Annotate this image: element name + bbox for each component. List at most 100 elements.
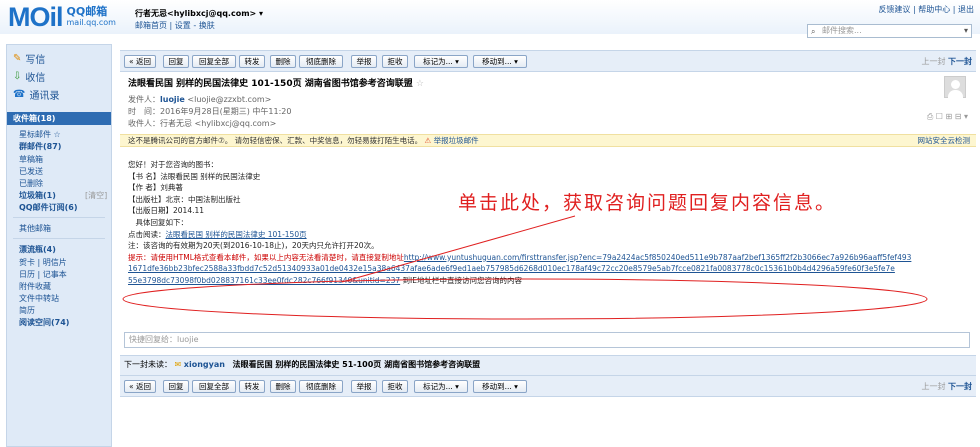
read-link[interactable]: 法眼看民国 别样的民国法律史 101-150页 [166, 230, 307, 239]
sidebar-item-cards[interactable]: 贺卡 | 明信片 [19, 257, 67, 268]
receive-button[interactable]: ⇩ 收信 [13, 69, 45, 84]
tip-prefix: 提示：请使用HTML格式查看本邮件，如果以上内容无法看清楚时，请直接复制地址 [128, 252, 404, 262]
permanent-delete-button[interactable]: 彻底删除 [299, 55, 343, 68]
next-mail-link[interactable]: 下一封 [948, 382, 972, 391]
mail-action-icons[interactable]: ⎙ ☐ ⊞ ⊟ ▾ [927, 112, 968, 122]
permanent-delete-button[interactable]: 彻底删除 [299, 380, 343, 393]
mail-toolbar-bottom: « 返回 回复 回复全部 转发 删除 彻底删除 举报 拒收 标记为... ▾ 移… [120, 375, 976, 397]
logo-sub2: mail.qq.com [66, 18, 116, 27]
sidebar-item-resume[interactable]: 简历 [19, 305, 35, 316]
block-button[interactable]: 拒收 [382, 55, 408, 68]
sidebar-item-attachments[interactable]: 附件收藏 [19, 281, 51, 292]
annotation-text: 单击此处，获取咨询问题回复内容信息。 [458, 192, 837, 214]
mark-as-dropdown[interactable]: 标记为... ▾ [414, 380, 468, 393]
search-icon: ⌕ [811, 27, 816, 36]
sender-line: 发件人：luojie <luojie@zzxbt.com> [128, 94, 271, 105]
contacts-label: 通讯录 [29, 91, 60, 102]
search-input[interactable]: ⌕ 邮件搜索... ▾ [807, 24, 972, 38]
clear-spam-link[interactable]: [清空] [85, 190, 107, 201]
sender-address: <luojie@zzxbt.com> [187, 95, 272, 104]
star-icon[interactable]: ☆ [416, 79, 424, 89]
compose-button[interactable]: ✎ 写信 [13, 51, 45, 66]
tip-suffix: 到IE地址栏中直接访问您咨询的内容 [400, 275, 522, 285]
next-mail-link[interactable]: 下一封 [948, 57, 972, 66]
sidebar-item-deleted[interactable]: 已删除 [19, 178, 43, 189]
sidebar-item-subscriptions[interactable]: QQ邮件订阅(6) [19, 202, 77, 213]
reply-button[interactable]: 回复 [163, 380, 189, 393]
sender-name[interactable]: luojie [160, 95, 185, 104]
block-button[interactable]: 拒收 [382, 380, 408, 393]
qq-mail-logo[interactable]: MOil QQ邮箱 mail.qq.com [8, 3, 116, 31]
move-to-dropdown[interactable]: 移动到... ▾ [473, 380, 527, 393]
prev-mail-link[interactable]: 上一封 [921, 57, 945, 66]
forward-button[interactable]: 转发 [239, 55, 265, 68]
subject-text: 法眼看民国 别样的民国法律史 101-150页 湖南省图书馆参考咨询联盟 [128, 79, 413, 89]
back-button[interactable]: « 返回 [124, 55, 156, 68]
security-check-link[interactable]: 网站安全云检测 [918, 135, 971, 146]
envelope-icon: ✉ [174, 360, 182, 369]
report-button[interactable]: 举报 [351, 55, 377, 68]
url-link-part3[interactable]: 55e3798dc73098f0bd028837161c33ee0fdc282c… [128, 276, 400, 285]
url-link-part2[interactable]: 1671dfe36bb23bfec2588a33fbdd7c52d5134093… [128, 264, 895, 273]
prev-mail-link[interactable]: 上一封 [921, 382, 945, 391]
report-spam-link[interactable]: 举报垃圾邮件 [434, 136, 479, 145]
report-icon: ⚠ [424, 136, 432, 145]
mail-subject: 法眼看民国 别样的民国法律史 101-150页 湖南省图书馆参考咨询联盟 ☆ [128, 76, 424, 89]
recipient-line: 收件人：行者无忌 <hylibxcj@qq.com> [128, 119, 277, 128]
forward-button[interactable]: 转发 [239, 380, 265, 393]
receive-icon: ⇩ [13, 71, 22, 82]
next-unread-label: 下一封未读： [124, 360, 172, 369]
url-link-part1[interactable]: http://www.yuntushuguan.com/firsttransfe… [404, 253, 912, 262]
security-warning-bar: 这不是腾讯公司的官方邮件⑦。 请勿轻信密保、汇款、中奖信息，勿轻易拨打陌生电话。… [120, 134, 976, 147]
pencil-icon: ✎ [13, 53, 22, 64]
quick-reply-input[interactable]: 快捷回复给：luojie [124, 332, 970, 348]
sidebar-item-reading-space[interactable]: 阅读空间(74) [19, 317, 69, 328]
mail-toolbar-top: « 返回 回复 回复全部 转发 删除 彻底删除 举报 拒收 标记为... ▾ 移… [120, 50, 976, 72]
read-prefix: 点击阅读： [128, 229, 166, 239]
report-button[interactable]: 举报 [351, 380, 377, 393]
reply-all-button[interactable]: 回复全部 [192, 55, 236, 68]
from-label: 发件人： [128, 95, 160, 104]
compose-label: 写信 [25, 55, 46, 66]
sidebar-item-file-transfer[interactable]: 文件中转站 [19, 293, 59, 304]
user-links[interactable]: 邮箱首页 | 设置 - 换肤 [135, 20, 263, 32]
user-account[interactable]: 行者无忌<hylibxcj@qq.com> ▾ [135, 8, 263, 20]
body-validity-note: 注：该咨询的有效期为20天(到2016-10-18止)，20天内只允许打开20次… [128, 241, 379, 251]
sidebar-item-calendar[interactable]: 日历 | 记事本 [19, 269, 67, 280]
next-unread-subject: 法眼看民国 别样的民国法律史 51-100页 湖南省图书馆参考咨询联盟 [232, 360, 481, 369]
sender-avatar [944, 76, 966, 98]
contacts-icon: ☎ [13, 89, 26, 100]
contacts-button[interactable]: ☎ 通讯录 [13, 87, 59, 102]
sidebar-divider [13, 217, 105, 218]
search-placeholder: 邮件搜索... [822, 26, 862, 35]
logo-text: MOil [8, 2, 63, 32]
sidebar: ✎ 写信 ⇩ 收信 ☎ 通讯录 收件箱(18) 星标邮件 ☆ 群邮件(87) 草… [6, 44, 112, 447]
body-greeting: 您好！对于您咨询的图书： [128, 160, 218, 169]
sidebar-divider [13, 238, 105, 239]
sidebar-item-bottles[interactable]: 漂流瓶(4) [19, 244, 56, 255]
move-to-dropdown[interactable]: 移动到... ▾ [473, 55, 527, 68]
reply-all-button[interactable]: 回复全部 [192, 380, 236, 393]
sidebar-item-other-mailboxes[interactable]: 其他邮箱 [19, 223, 51, 234]
mark-as-dropdown[interactable]: 标记为... ▾ [414, 55, 468, 68]
top-bar: MOil QQ邮箱 mail.qq.com 行者无忌<hylibxcj@qq.c… [0, 0, 980, 38]
back-button[interactable]: « 返回 [124, 380, 156, 393]
sidebar-item-drafts[interactable]: 草稿箱 [19, 154, 43, 165]
sidebar-item-spam[interactable]: 垃圾箱(1) [19, 190, 56, 201]
delete-button[interactable]: 删除 [270, 55, 296, 68]
sidebar-item-inbox[interactable]: 收件箱(18) [7, 112, 111, 125]
top-links[interactable]: 反馈建议 | 帮助中心 | 退出 [878, 4, 974, 15]
next-unread-bar[interactable]: 下一封未读： ✉ xiongyan 法眼看民国 别样的民国法律史 51-100页… [120, 355, 976, 375]
sent-time: 时 间：2016年9月28日(星期三) 中午11:20 [128, 107, 292, 116]
mail-body: 您好！对于您咨询的图书： 【书 名】法眼看民国 别样的民国法律史 【作 者】刘典… [128, 159, 948, 287]
sidebar-item-sent[interactable]: 已发送 [19, 166, 43, 177]
sidebar-item-group[interactable]: 群邮件(87) [19, 141, 61, 152]
reply-button[interactable]: 回复 [163, 55, 189, 68]
delete-button[interactable]: 删除 [270, 380, 296, 393]
chevron-down-icon[interactable]: ▾ [964, 25, 968, 37]
body-book-title: 【书 名】法眼看民国 别样的民国法律史 [128, 171, 261, 181]
body-reply-intro: 具体回复如下： [128, 217, 188, 227]
warning-text: 这不是腾讯公司的官方邮件⑦。 请勿轻信密保、汇款、中奖信息，勿轻易拨打陌生电话。 [128, 136, 423, 145]
sidebar-item-starred[interactable]: 星标邮件 ☆ [19, 129, 61, 140]
mail-reading-pane: « 返回 回复 回复全部 转发 删除 彻底删除 举报 拒收 标记为... ▾ 移… [120, 44, 976, 447]
